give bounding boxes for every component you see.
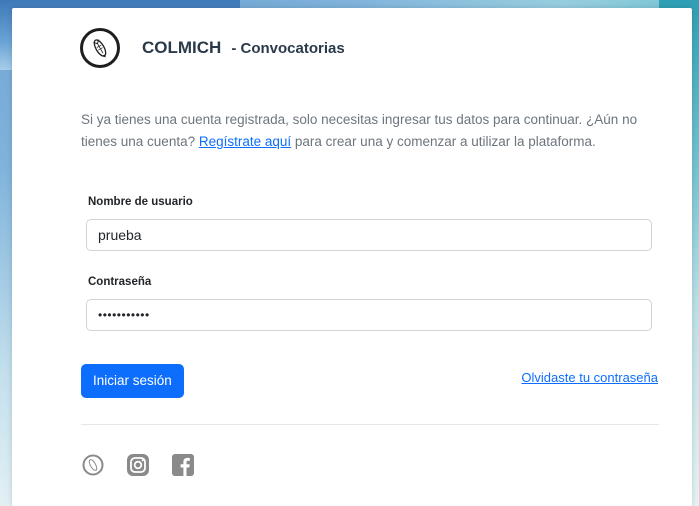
brand-name: COLMICH xyxy=(142,38,222,57)
page-subtitle: - Convocatorias xyxy=(231,39,345,57)
instagram-icon[interactable] xyxy=(126,453,150,477)
forgot-password-link[interactable]: Olvidaste tu contraseña xyxy=(521,370,658,385)
intro-text: Si ya tienes una cuenta registrada, solo… xyxy=(81,109,671,153)
intro-after-link: para crear una y comenzar a utilizar la … xyxy=(291,134,596,149)
username-label: Nombre de usuario xyxy=(88,196,193,208)
fish-logo-icon xyxy=(80,28,120,68)
login-card: COLMICH - Convocatorias Si ya tienes una… xyxy=(12,8,692,506)
register-link[interactable]: Regístrate aquí xyxy=(199,134,291,149)
facebook-icon[interactable] xyxy=(171,453,195,477)
fish-logo-icon[interactable] xyxy=(81,453,105,477)
header: COLMICH - Convocatorias xyxy=(80,28,345,68)
divider xyxy=(81,424,659,425)
social-links xyxy=(81,453,216,477)
login-button[interactable]: Iniciar sesión xyxy=(81,364,184,398)
password-input[interactable]: ••••••••••• xyxy=(86,299,652,331)
username-input[interactable]: prueba xyxy=(86,219,652,251)
password-label: Contraseña xyxy=(88,276,152,288)
